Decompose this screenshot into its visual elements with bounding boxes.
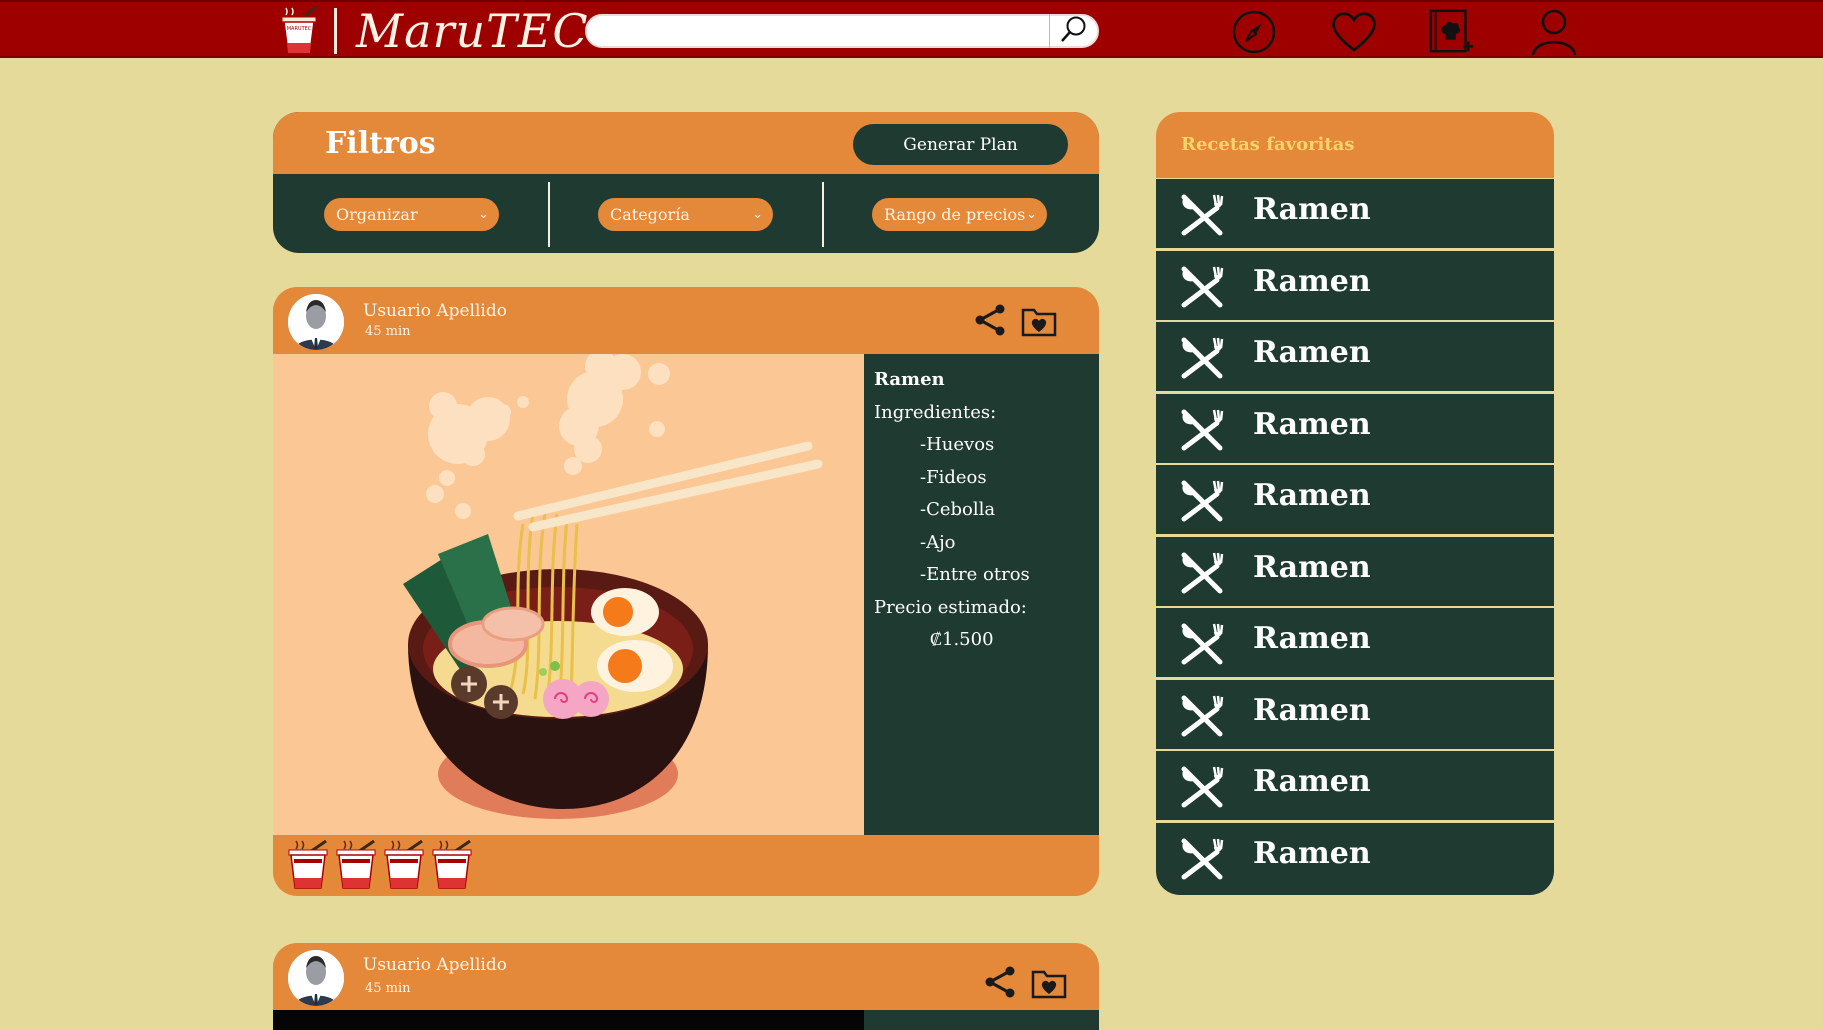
chevron-down-icon: ⌄ — [478, 207, 489, 222]
ingredient-item: -Fideos — [920, 466, 987, 488]
brand-title[interactable]: MaruTEC — [356, 6, 589, 56]
category-select-label: Categoría — [610, 205, 690, 224]
recipe-title[interactable]: Ramen — [874, 364, 1099, 397]
chevron-down-icon: ⌄ — [752, 207, 763, 222]
price-value: ₡1.500 — [930, 629, 994, 650]
user-avatar[interactable] — [288, 294, 344, 350]
favorite-recipe-label: Ramen — [1253, 692, 1371, 728]
organize-select-label: Organizar — [336, 205, 418, 224]
price-range-select-label: Rango de precios — [884, 205, 1026, 224]
utensils-icon — [1178, 622, 1226, 666]
user-profile-icon[interactable] — [1530, 9, 1578, 56]
utensils-icon — [1178, 193, 1226, 237]
favorite-recipe-label: Ramen — [1253, 549, 1371, 585]
filter-divider — [548, 182, 550, 247]
filters-title: Filtros — [325, 126, 436, 161]
favorite-recipe-item[interactable]: Ramen — [1156, 679, 1554, 749]
favorite-recipe-item[interactable]: Ramen — [1156, 751, 1554, 820]
save-to-folder-icon[interactable] — [1031, 967, 1067, 999]
favorite-recipe-label: Ramen — [1253, 835, 1371, 871]
rating-cup-icon[interactable] — [286, 839, 330, 890]
recipe-post-card: Usuario Apellido 45 min — [273, 287, 1099, 896]
utensils-icon — [1178, 765, 1226, 809]
favorite-recipe-item[interactable]: Ramen — [1156, 322, 1554, 391]
favorites-title: Recetas favoritas — [1181, 134, 1355, 155]
recipe-details-panel: Ramen Ingredientes: -Huevos -Fideos -Ceb… — [864, 354, 1099, 835]
logo-cup-text: MARUTEC — [287, 26, 312, 32]
utensils-icon — [1178, 408, 1226, 452]
ingredient-item: -Ajo — [920, 531, 956, 553]
cup-rating[interactable] — [286, 839, 474, 890]
search-button[interactable] — [1049, 14, 1097, 48]
rating-cup-icon[interactable] — [334, 839, 378, 890]
favorite-recipe-item[interactable]: Ramen — [1156, 465, 1554, 534]
post-prep-time: 45 min — [365, 324, 411, 339]
favorite-recipe-label: Ramen — [1253, 764, 1371, 799]
favorite-recipe-label: Ramen — [1253, 406, 1371, 442]
favorite-recipe-item[interactable]: Ramen — [1156, 250, 1554, 320]
favorite-recipe-item[interactable]: Ramen — [1156, 393, 1554, 463]
user-avatar[interactable] — [288, 950, 344, 1006]
category-select[interactable]: Categoría ⌄ — [598, 198, 773, 231]
share-icon[interactable] — [973, 303, 1007, 337]
search-bar — [585, 14, 1099, 48]
utensils-icon — [1178, 479, 1226, 523]
utensils-icon — [1178, 265, 1226, 309]
utensils-icon — [1178, 551, 1226, 595]
utensils-icon — [1178, 694, 1226, 738]
favorite-recipe-label: Ramen — [1253, 192, 1371, 227]
explore-compass-icon[interactable] — [1230, 9, 1278, 55]
filters-panel: Filtros Generar Plan Organizar ⌄ Categor… — [273, 112, 1099, 253]
organize-select[interactable]: Organizar ⌄ — [324, 198, 499, 231]
favorites-heart-icon[interactable] — [1330, 9, 1378, 55]
recipe-image[interactable] — [273, 1010, 864, 1030]
favorites-header: Recetas favoritas — [1156, 112, 1554, 178]
utensils-icon — [1178, 837, 1226, 881]
recipe-book-add-icon[interactable] — [1428, 9, 1476, 55]
ingredients-label: Ingredientes: — [874, 401, 997, 423]
ingredient-item: -Cebolla — [920, 499, 996, 520]
price-label: Precio estimado: — [874, 596, 1027, 618]
favorite-recipe-label: Ramen — [1253, 478, 1371, 513]
favorite-recipe-item[interactable]: Ramen — [1156, 822, 1554, 895]
favorites-list: Ramen Ramen Ramen Ramen Ramen Ramen Ramen Ramen… — [1156, 179, 1554, 895]
favorite-recipe-item[interactable]: Ramen — [1156, 608, 1554, 677]
logo-separator — [334, 8, 337, 54]
save-to-folder-icon[interactable] — [1021, 305, 1057, 337]
price-range-select[interactable]: Rango de precios ⌄ — [872, 198, 1047, 231]
chevron-down-icon: ⌄ — [1026, 207, 1037, 222]
favorite-recipe-item[interactable]: Ramen — [1156, 179, 1554, 248]
top-navigation-bar: MARUTEC MaruTEC — [0, 0, 1823, 58]
favorite-recipe-item[interactable]: Ramen — [1156, 536, 1554, 606]
post-prep-time: 45 min — [365, 981, 411, 996]
maruchan-cup-logo-icon[interactable]: MARUTEC — [278, 5, 320, 55]
ingredient-item: -Huevos — [920, 434, 995, 455]
search-icon — [1059, 14, 1089, 48]
search-input[interactable] — [599, 20, 1039, 44]
favorite-recipe-label: Ramen — [1253, 263, 1371, 299]
post-author-name[interactable]: Usuario Apellido — [363, 301, 507, 321]
share-icon[interactable] — [983, 965, 1017, 999]
recipe-details-panel — [864, 1010, 1099, 1030]
generate-plan-button[interactable]: Generar Plan — [853, 124, 1068, 165]
ramen-illustration[interactable] — [273, 350, 864, 835]
post-author-name[interactable]: Usuario Apellido — [363, 955, 507, 975]
utensils-icon — [1178, 336, 1226, 380]
filter-divider — [822, 182, 824, 247]
favorite-recipe-label: Ramen — [1253, 621, 1371, 656]
ingredient-item: -Entre otros — [920, 564, 1030, 585]
rating-cup-icon[interactable] — [382, 839, 426, 890]
favorite-recipes-panel: Recetas favoritas Ramen Ramen Ramen Ramen Ra… — [1156, 112, 1554, 896]
favorite-recipe-label: Ramen — [1253, 335, 1371, 370]
recipe-post-card: Usuario Apellido 45 min — [273, 943, 1099, 1030]
rating-cup-icon[interactable] — [430, 839, 474, 890]
filters-header: Filtros Generar Plan — [273, 112, 1099, 174]
